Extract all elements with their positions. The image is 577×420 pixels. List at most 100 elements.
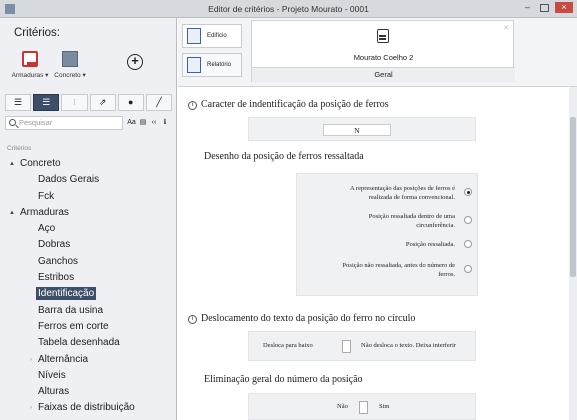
tree-item-label: Tabela desenhada [38,337,120,349]
armaduras-button[interactable]: Armaduras ▾ [8,51,52,79]
tree-item-tabela-desenhada[interactable]: Tabela desenhada [0,335,176,351]
tree-item-label: Fck [38,190,55,202]
criteria-tree: ▲ Concreto Dados Gerais Fck ▲ Armaduras Aç… [0,156,176,417]
dot-button[interactable]: ● [117,94,144,111]
search-icon [9,119,16,126]
section-deslocamento-title: i Deslocamento do texto da posição do fer… [188,313,415,324]
search-placeholder: Pesquisar [19,118,53,127]
report-icon [187,57,201,73]
tab-label: Edifício [207,33,227,39]
option-text: realizada de forma convencional. [368,194,455,201]
tree-item-fck[interactable]: Fck [0,189,176,205]
tree-item-label: Aço [38,223,56,235]
tab-edificio[interactable]: Edifício [182,24,242,48]
add-icon: + [127,54,143,70]
tree-item-niveis[interactable]: Níveis [0,368,176,384]
window-title: Editor de critérios - Projeto Mourato - … [208,4,369,14]
expand-arrow-icon[interactable]: › [30,352,32,368]
eliminacao-toggle[interactable] [359,401,368,414]
collapse-arrow-icon[interactable]: ▲ [9,156,15,172]
search-input[interactable]: Pesquisar [5,116,123,130]
tab-geral[interactable]: Geral [252,67,515,82]
tree-item-label: Faixas de distribuição [38,402,135,414]
option-text: Posição não ressaltada, antes do número … [342,262,455,269]
armaduras-label: Armaduras ▾ [11,72,49,79]
detail-view-button[interactable]: ☰ [33,94,60,111]
building-icon [377,29,389,43]
building-node[interactable]: ✕ Mourato Coelho 2 Geral [251,20,515,82]
vertical-scrollbar[interactable] [569,87,577,420]
option-text: A representação das posições de ferros é [349,185,455,192]
tree-item-label: Dobras [38,239,71,251]
tree-item-label: Armaduras [20,206,69,218]
tree-item-alturas[interactable]: Alturas [0,384,176,400]
node-name: Mourato Coelho 2 [353,53,414,62]
scrollbar-thumb[interactable] [570,117,576,277]
option-circunferencia[interactable]: Posição ressaltada dentro de uma circunf… [369,212,455,230]
tree-item-label: Identificação [36,287,97,301]
editor-panel: Edifício Relatório ✕ Mourato Coelho 2 Ge… [178,18,577,420]
tree-item-faixas[interactable]: › Faixas de distribuição [0,400,176,416]
criteria-content: i Caracter de indentificação da posição d… [178,87,569,420]
info-icon[interactable]: i [188,101,197,110]
tree-item-dados-gerais[interactable]: Dados Gerais [0,172,176,188]
toggle-left-label: Desloca para baixo [263,342,313,349]
tree-item-armaduras[interactable]: ▲ Armaduras [0,205,176,221]
tabs-area: Edifício Relatório ✕ Mourato Coelho 2 Ge… [178,18,577,87]
close-button[interactable]: × [555,2,573,13]
radio-nao-ressaltada[interactable] [464,265,472,273]
building-icon [187,28,201,44]
info-button[interactable]: ℹ [160,116,170,130]
criteria-panel: Critérios: Armaduras ▾ Concreto ▾ + ☰ ☰ … [0,18,177,420]
tree-item-aco[interactable]: Aço [0,221,176,237]
pin-button[interactable]: ⇗ [89,94,116,111]
tree-item-label: Estribos [38,272,75,284]
deslocamento-box: Desloca para baixo Não desloca o texto. … [248,331,476,361]
toggle-left-label: Não [337,403,348,410]
section-desenho-title: Desenho da posição de ferros ressaltada [204,151,364,162]
tab-relatorio[interactable]: Relatório [182,53,242,77]
caracter-box: N [248,117,476,141]
maximize-button[interactable] [540,4,549,12]
collapse-arrow-icon[interactable]: ▲ [9,205,15,221]
option-nao-ressaltada[interactable]: Posição não ressaltada, antes do número … [343,261,455,279]
tree-item-label: Alternância [38,353,89,365]
info-icon[interactable]: i [188,315,197,324]
radio-circunferencia[interactable] [464,216,472,224]
tree-item-dobras[interactable]: Dobras [0,237,176,253]
expand-arrow-icon[interactable]: › [30,400,32,416]
add-button[interactable]: + [113,54,157,74]
deslocamento-toggle[interactable] [342,340,351,353]
filter-list-button[interactable]: ▤ [138,116,148,130]
quote-button[interactable]: ‹‹ [149,116,159,130]
tree-item-concreto[interactable]: ▲ Concreto [0,156,176,172]
tree-item-barra-da-usina[interactable]: Barra da usina [0,303,176,319]
option-text: ferros. [438,271,455,278]
option-text: Posição ressaltada dentro de uma [368,213,455,220]
concreto-button[interactable]: Concreto ▾ [48,51,92,79]
option-text: circunferência. [416,222,455,229]
radio-ressaltada[interactable] [464,240,472,248]
minimize-button[interactable]: – [521,2,534,13]
close-node-icon[interactable]: ✕ [503,24,509,32]
tree-item-identificacao[interactable]: Identificação [0,286,176,302]
tree-item-ferros-em-corte[interactable]: Ferros em corte [0,319,176,335]
section-eliminacao-title: Eliminação geral do número da posição [204,374,363,385]
edit-button[interactable]: ╱ [145,94,173,111]
tree-item-label: Barra da usina [38,304,104,316]
filter-button[interactable]: ⁝ [61,94,88,111]
list-view-button[interactable]: ☰ [5,94,32,111]
tree-item-estribos[interactable]: Estribos [0,270,176,286]
eliminacao-box: Não Sim [248,393,476,420]
tree-item-alternancia[interactable]: › Alternância [0,352,176,368]
caracter-value-field[interactable]: N [323,124,391,136]
option-ressaltada[interactable]: Posição ressaltada. [406,240,455,249]
tab-label: Relatório [207,62,232,68]
tree-item-label: Concreto [20,158,61,169]
tree-item-ganchos[interactable]: Ganchos [0,254,176,270]
radio-convencional[interactable] [464,188,472,196]
match-case-button[interactable]: Aa [126,116,137,130]
option-convencional[interactable]: A representação das posições de ferros é… [350,184,455,202]
tree-item-label: Ganchos [38,255,79,267]
concreto-icon [62,51,78,67]
